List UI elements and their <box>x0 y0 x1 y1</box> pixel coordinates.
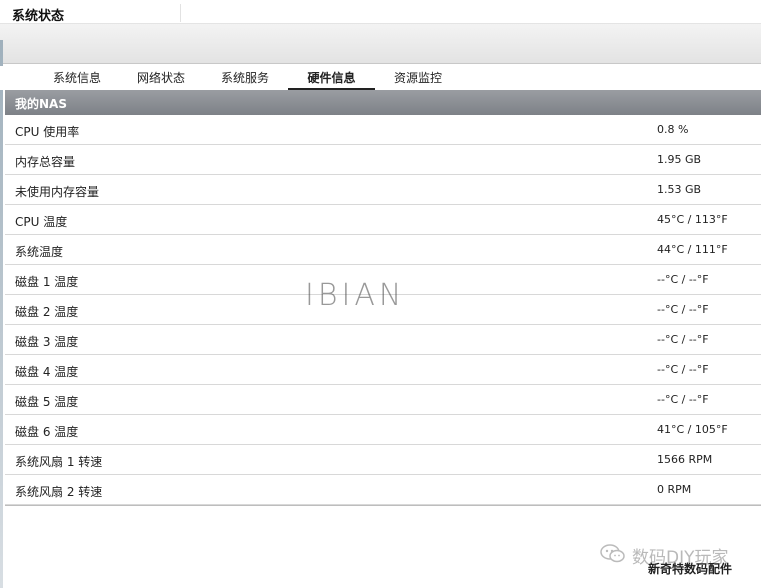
row-label: 磁盘 2 温度 <box>15 305 79 319</box>
table-row: 内存总容量 1.95 GB <box>5 145 761 175</box>
watermark-logo: IBIAN <box>305 278 406 313</box>
brand-subtitle: 新奇特数码配件 <box>648 562 733 576</box>
table-row: 磁盘 4 温度 --°C / --°F <box>5 355 761 385</box>
row-value: 1566 RPM <box>657 453 713 466</box>
row-value: 1.53 GB <box>657 183 702 196</box>
corner-watermark: 数码DIY玩家 新奇特数码配件 <box>592 540 761 588</box>
row-label: CPU 使用率 <box>15 125 80 139</box>
section-header: 我的NAS <box>5 90 761 115</box>
row-label: 未使用内存容量 <box>15 185 100 199</box>
table-row: CPU 使用率 0.8 % <box>5 115 761 145</box>
row-value: 41°C / 105°F <box>657 423 728 436</box>
row-value: --°C / --°F <box>657 303 709 316</box>
title-bar: 系统状态 <box>0 0 761 24</box>
table-row: CPU 温度 45°C / 113°F <box>5 205 761 235</box>
row-label: 系统风扇 2 转速 <box>15 485 103 499</box>
system-status-window: 系统状态 系统信息 网络状态 系统服务 硬件信息 资源监控 我的NAS CPU … <box>0 0 761 588</box>
left-edge-strip <box>0 40 3 588</box>
tab-resource-monitor[interactable]: 资源监控 <box>385 69 451 90</box>
row-value: 44°C / 111°F <box>657 243 728 256</box>
row-value: 45°C / 113°F <box>657 213 728 226</box>
tab-system-info[interactable]: 系统信息 <box>44 69 110 90</box>
row-value: --°C / --°F <box>657 363 709 376</box>
table-row: 磁盘 3 温度 --°C / --°F <box>5 325 761 355</box>
row-label: 磁盘 3 温度 <box>15 335 79 349</box>
row-label: 磁盘 6 温度 <box>15 425 79 439</box>
title-divider <box>180 4 181 22</box>
row-label: 系统温度 <box>15 245 64 259</box>
table-bottom-border <box>5 505 761 506</box>
row-value: --°C / --°F <box>657 393 709 406</box>
tab-hardware-info[interactable]: 硬件信息 <box>288 69 375 90</box>
table-row: 磁盘 6 温度 41°C / 105°F <box>5 415 761 445</box>
row-value: --°C / --°F <box>657 333 709 346</box>
row-label: 系统风扇 1 转速 <box>15 455 103 469</box>
row-label: 内存总容量 <box>15 155 76 169</box>
row-value: 0.8 % <box>657 123 689 136</box>
wechat-icon <box>600 544 626 568</box>
section-title: 我的NAS <box>15 97 67 111</box>
table-row: 未使用内存容量 1.53 GB <box>5 175 761 205</box>
table-row: 系统温度 44°C / 111°F <box>5 235 761 265</box>
table-row: 系统风扇 1 转速 1566 RPM <box>5 445 761 475</box>
row-value: 0 RPM <box>657 483 692 496</box>
row-value: --°C / --°F <box>657 273 709 286</box>
row-value: 1.95 GB <box>657 153 702 166</box>
tab-bar: 系统信息 网络状态 系统服务 硬件信息 资源监控 <box>0 66 761 90</box>
table-row: 系统风扇 2 转速 0 RPM <box>5 475 761 505</box>
row-label: CPU 温度 <box>15 215 68 229</box>
row-label: 磁盘 4 温度 <box>15 365 79 379</box>
table-row: 磁盘 5 温度 --°C / --°F <box>5 385 761 415</box>
tab-system-services[interactable]: 系统服务 <box>212 69 278 90</box>
toolbar-band <box>0 24 761 64</box>
row-label: 磁盘 5 温度 <box>15 395 79 409</box>
tab-network-status[interactable]: 网络状态 <box>128 69 194 90</box>
row-label: 磁盘 1 温度 <box>15 275 79 289</box>
window-title: 系统状态 <box>12 9 65 24</box>
